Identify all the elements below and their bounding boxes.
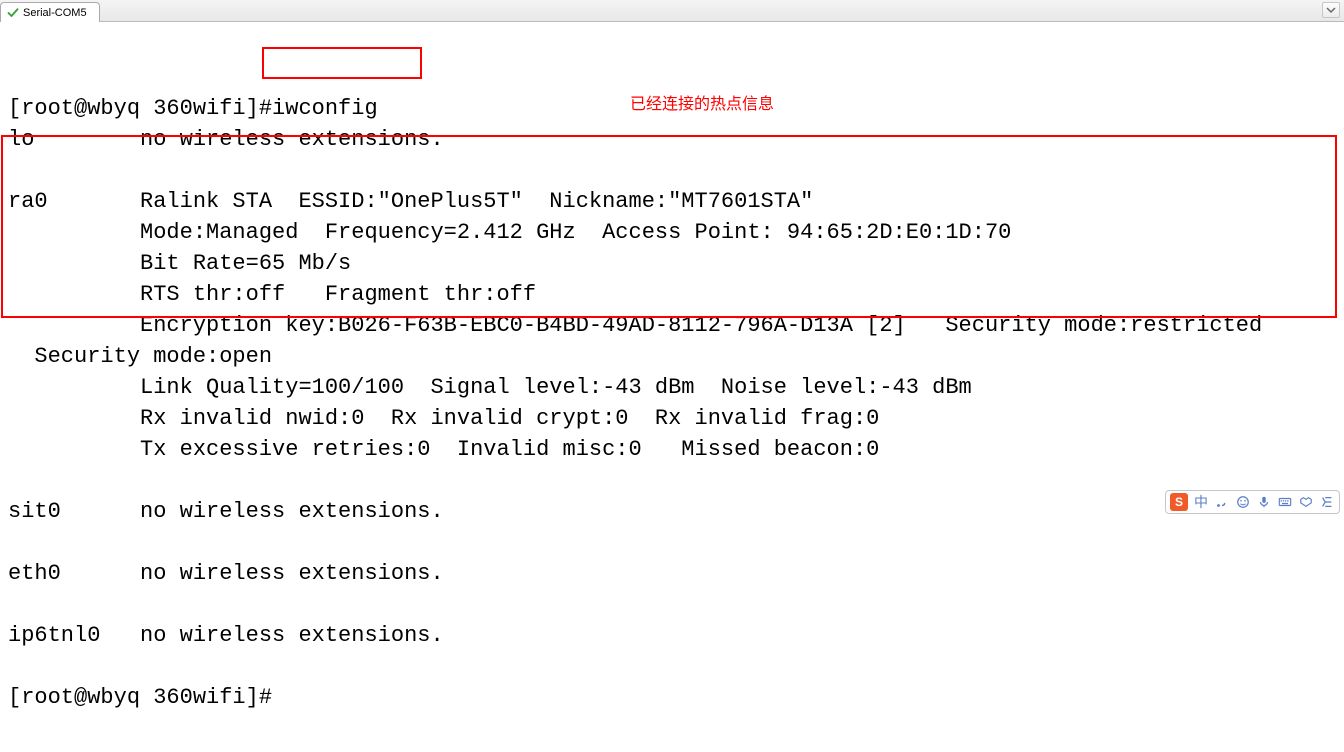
terminal-text: [root@wbyq 360wifi]#iwconfig lo no wirel… bbox=[8, 93, 1336, 713]
ime-toolbar[interactable]: S 中 bbox=[1165, 490, 1340, 514]
ime-skin-icon[interactable] bbox=[1298, 494, 1314, 510]
check-icon bbox=[7, 7, 19, 19]
iface-eth0-line: eth0 no wireless extensions. bbox=[8, 561, 444, 586]
iface-ra0-line8: Rx invalid nwid:0 Rx invalid crypt:0 Rx … bbox=[8, 406, 879, 431]
terminal-output[interactable]: [root@wbyq 360wifi]#iwconfig lo no wirel… bbox=[0, 22, 1344, 752]
iface-ra0-line9: Tx excessive retries:0 Invalid misc:0 Mi… bbox=[8, 437, 879, 462]
iface-ra0-line7: Link Quality=100/100 Signal level:-43 dB… bbox=[8, 375, 972, 400]
iface-ra0-line4: RTS thr:off Fragment thr:off bbox=[8, 282, 536, 307]
shell-prompt: [root@wbyq 360wifi]# bbox=[8, 685, 272, 710]
typed-command: iwconfig bbox=[272, 96, 378, 121]
annotation-text: 已经连接的热点信息 bbox=[630, 90, 774, 114]
iface-ra0-line2: Mode:Managed Frequency=2.412 GHz Access … bbox=[8, 220, 1011, 245]
iface-lo-line: lo no wireless extensions. bbox=[8, 127, 444, 152]
iface-ra0-line3: Bit Rate=65 Mb/s bbox=[8, 251, 351, 276]
shell-prompt: [root@wbyq 360wifi]# bbox=[8, 96, 272, 121]
iface-ra0-line5: Encryption key:B026-F63B-EBC0-B4BD-49AD-… bbox=[8, 313, 1262, 338]
prompt-line: [root@wbyq 360wifi]#iwconfig bbox=[8, 96, 378, 121]
ime-settings-icon[interactable] bbox=[1319, 494, 1335, 510]
tab-title: Serial-COM5 bbox=[23, 7, 87, 19]
iface-ip6tnl0-line: ip6tnl0 no wireless extensions. bbox=[8, 623, 444, 648]
iface-ra0-line6: Security mode:open bbox=[8, 344, 272, 369]
ime-keyboard-icon[interactable] bbox=[1277, 494, 1293, 510]
tab-serial-com5[interactable]: Serial-COM5 bbox=[0, 2, 100, 22]
iface-ra0-line1: ra0 Ralink STA ESSID:"OnePlus5T" Nicknam… bbox=[8, 189, 813, 214]
tab-bar: Serial-COM5 bbox=[0, 0, 1344, 22]
ime-emoji-icon[interactable] bbox=[1235, 494, 1251, 510]
ime-language-toggle[interactable]: 中 bbox=[1193, 494, 1209, 510]
window-dropdown-button[interactable] bbox=[1322, 2, 1340, 18]
ime-voice-icon[interactable] bbox=[1256, 494, 1272, 510]
sogou-logo-icon[interactable]: S bbox=[1170, 493, 1188, 511]
iface-sit0-line: sit0 no wireless extensions. bbox=[8, 499, 444, 524]
ime-punctuation-icon[interactable] bbox=[1214, 494, 1230, 510]
